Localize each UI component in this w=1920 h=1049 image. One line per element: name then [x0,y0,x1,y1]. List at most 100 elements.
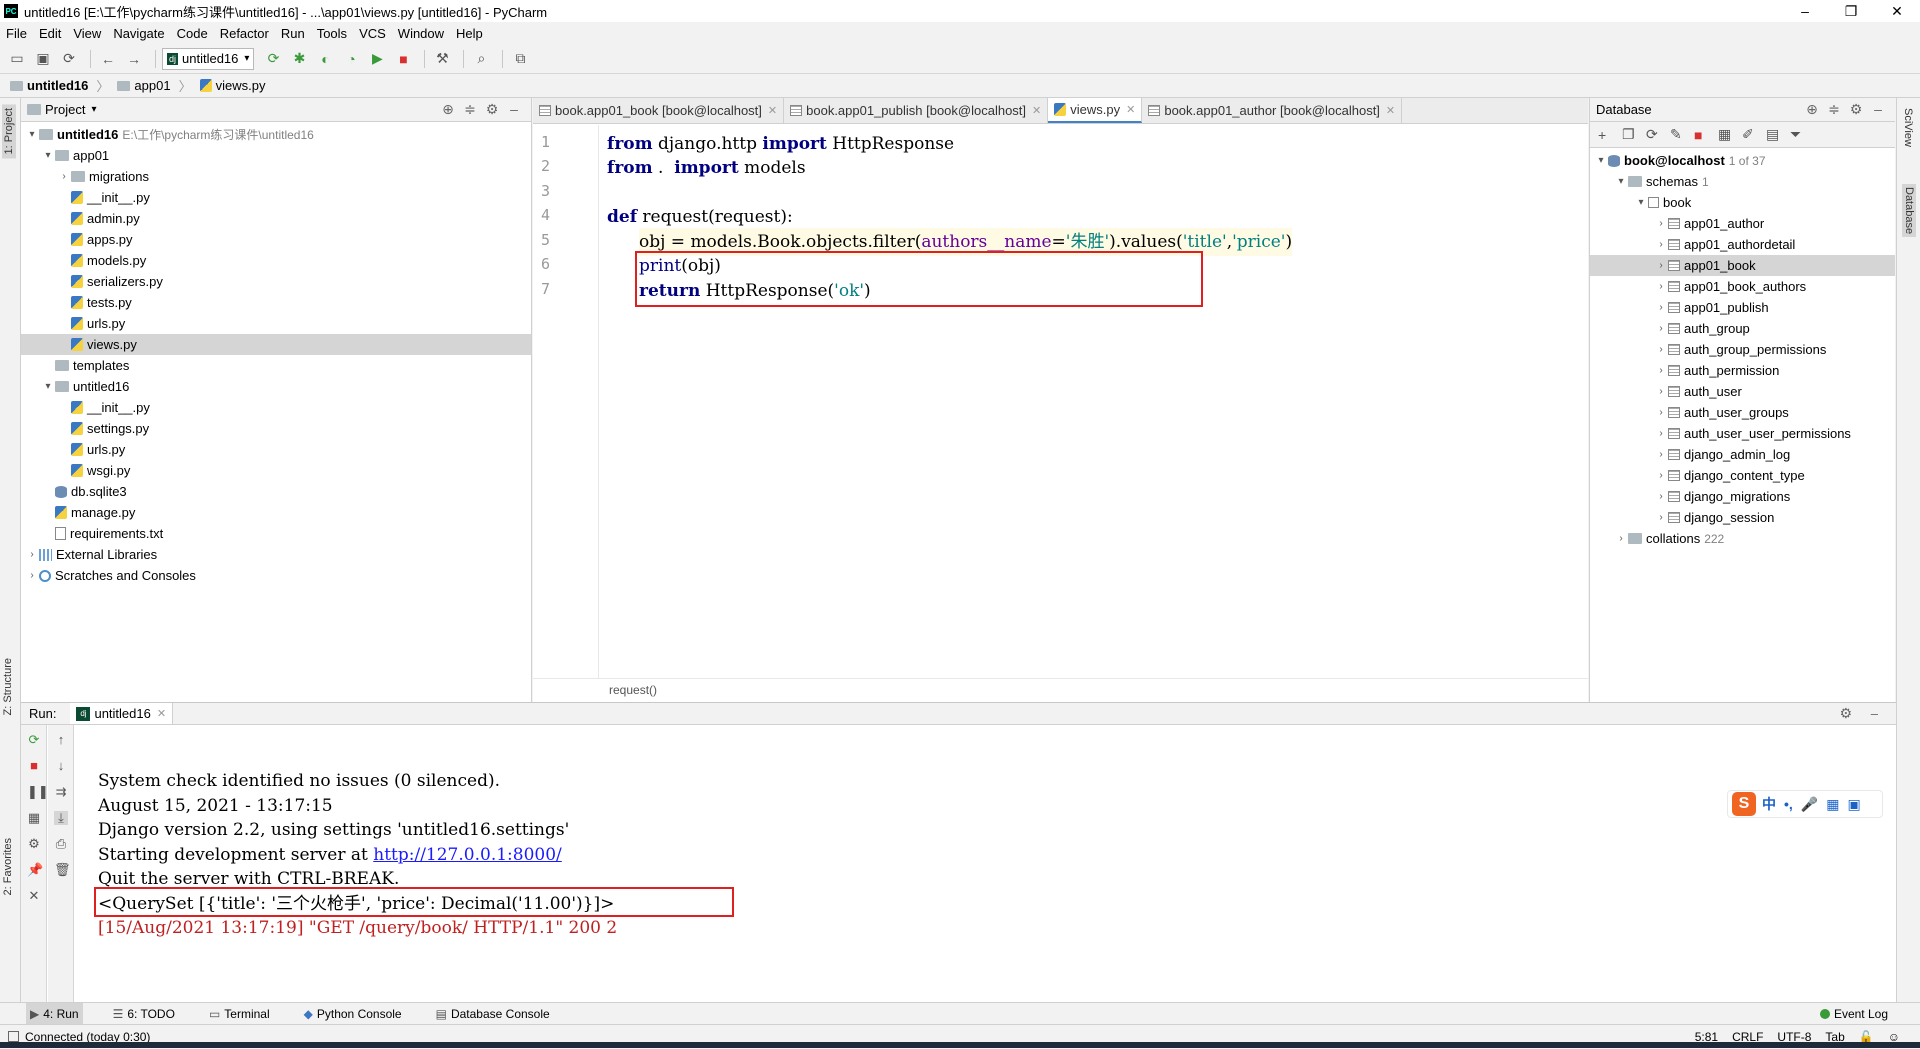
settings-icon[interactable]: ⚙ [27,837,41,851]
rerun-icon[interactable]: ⟳ [262,48,284,70]
rerun-icon[interactable]: ⟳ [27,733,41,747]
chevron-right-icon[interactable]: › [25,570,39,581]
server-link[interactable]: http://127.0.0.1:8000/ [373,845,562,865]
chevron-right-icon[interactable]: › [57,171,71,182]
tree-item-schema[interactable]: ▾ book [1590,192,1895,213]
gear-icon[interactable]: ⚙ [1845,101,1867,118]
chevron-down-icon[interactable]: ▾ [41,150,55,161]
close-icon[interactable]: ✕ [157,707,166,720]
menu-window[interactable]: Window [398,26,444,41]
chevron-right-icon[interactable]: › [1654,386,1668,397]
tree-item-table[interactable]: › app01_authordetail [1590,234,1895,255]
edit-schema-icon[interactable]: ✎ [1670,126,1694,143]
breadcrumb-item-project[interactable]: untitled16 [10,78,88,93]
close-icon[interactable]: ✕ [768,104,777,117]
filter-icon[interactable]: ⏷ [1790,126,1814,143]
menu-tools[interactable]: Tools [317,26,347,41]
tree-item-file[interactable]: __init__.py [21,397,531,418]
chevron-right-icon[interactable]: › [1654,449,1668,460]
tree-item-table[interactable]: › auth_permission [1590,360,1895,381]
search-icon[interactable]: ⌕ [470,48,492,70]
chevron-right-icon[interactable]: › [1654,365,1668,376]
layout-icon[interactable]: ▦ [27,811,41,825]
menu-refactor[interactable]: Refactor [220,26,269,41]
ime-mode-toggle[interactable]: 中 [1762,794,1776,814]
tree-item-table[interactable]: › auth_user [1590,381,1895,402]
close-window-button[interactable]: ✕ [1874,0,1920,22]
tab-app01-author[interactable]: book.app01_author [book@localhost] ✕ [1142,98,1403,123]
add-icon[interactable]: + [1598,127,1622,143]
tab-python-console[interactable]: ◆ Python Console [300,1003,406,1025]
close-icon[interactable]: ✕ [1126,103,1135,116]
tree-item-table[interactable]: › app01_author [1590,213,1895,234]
tree-item-folder[interactable]: ▾ untitled16 [21,376,531,397]
tree-item-file[interactable]: serializers.py [21,271,531,292]
hide-icon[interactable]: – [1871,706,1878,721]
project-tool-tab[interactable]: 1: Project [2,104,16,159]
save-all-icon[interactable]: ▣ [32,48,54,70]
close-icon[interactable]: ✕ [1386,104,1395,117]
chevron-down-icon[interactable]: ▾ [1594,155,1608,166]
arrow-up-icon[interactable]: ↑ [54,733,68,747]
editor-breadcrumb[interactable]: request() [533,678,1588,702]
tree-item-table[interactable]: › auth_user_user_permissions [1590,423,1895,444]
tree-item-file[interactable]: models.py [21,250,531,271]
chevron-right-icon[interactable]: › [1654,428,1668,439]
coverage-icon[interactable]: ◐ [314,48,336,70]
tab-run[interactable]: ▶ 4: Run [26,1002,83,1025]
favorites-tool-tab[interactable]: 2: Favorites [2,838,14,895]
tab-app01-publish[interactable]: book.app01_publish [book@localhost] ✕ [784,98,1049,123]
tab-views-py[interactable]: views.py ✕ [1048,98,1143,123]
refresh-icon[interactable]: ⟳ [1646,126,1670,143]
menu-help[interactable]: Help [456,26,483,41]
chevron-down-icon[interactable]: ▾ [91,104,96,115]
chevron-right-icon[interactable]: › [1654,302,1668,313]
settings-wrench-icon[interactable]: ⚒ [431,48,453,70]
tab-terminal[interactable]: ▭ Terminal [205,1003,274,1025]
code-editor[interactable]: from django.http import HttpResponse fro… [599,125,1588,678]
pin-icon[interactable]: 📌 [27,863,43,877]
close-icon[interactable]: ✕ [27,889,41,903]
collapse-all-icon[interactable]: ≑ [1823,101,1845,118]
chevron-down-icon[interactable]: ▾ [1634,197,1648,208]
chevron-right-icon[interactable]: › [1654,239,1668,250]
minimize-button[interactable]: – [1782,0,1828,22]
chevron-right-icon[interactable]: › [1654,470,1668,481]
stop-icon[interactable]: ■ [392,48,414,70]
menu-edit[interactable]: Edit [39,26,61,41]
tree-item-table[interactable]: › django_session [1590,507,1895,528]
tree-item-scratches[interactable]: › Scratches and Consoles [21,565,531,586]
menu-view[interactable]: View [73,26,101,41]
menu-file[interactable]: File [6,26,27,41]
tab-app01-book[interactable]: book.app01_book [book@localhost] ✕ [533,98,785,123]
tree-item-file[interactable]: tests.py [21,292,531,313]
open-folder-icon[interactable]: ▭ [6,48,28,70]
event-log-button[interactable]: Event Log [1819,1003,1888,1025]
tree-item-external-libraries[interactable]: › External Libraries [21,544,531,565]
database-tool-tab[interactable]: Database [1902,184,1916,238]
tree-item-file[interactable]: admin.py [21,208,531,229]
tree-item-table[interactable]: › auth_user_groups [1590,402,1895,423]
sciview-tool-tab[interactable]: SciView [1902,108,1914,147]
tree-item-table[interactable]: › django_migrations [1590,486,1895,507]
chevron-down-icon[interactable]: ▾ [41,381,55,392]
copy-icon[interactable]: ❐ [1622,126,1646,143]
chevron-right-icon[interactable]: › [1654,260,1668,271]
tree-item-file[interactable]: db.sqlite3 [21,481,531,502]
tree-item-file[interactable]: manage.py [21,502,531,523]
tree-item-folder[interactable]: › migrations [21,166,531,187]
chevron-right-icon[interactable]: › [1654,218,1668,229]
hide-icon[interactable]: – [503,101,525,118]
trash-icon[interactable]: 🗑 [54,863,71,877]
keyboard-icon[interactable]: ▦ [1826,796,1839,813]
hide-icon[interactable]: – [1867,101,1889,118]
edit-icon[interactable]: ✐ [1742,126,1766,143]
tree-item-file[interactable]: __init__.py [21,187,531,208]
tree-item-table[interactable]: › auth_group [1590,318,1895,339]
chevron-down-icon[interactable]: ▾ [25,129,39,140]
console-icon[interactable]: ▤ [1766,126,1790,143]
close-icon[interactable]: ✕ [1032,104,1041,117]
tree-item-schemas[interactable]: ▾ schemas 1 [1590,171,1895,192]
print-icon[interactable]: ⎙ [54,837,68,851]
tab-database-console[interactable]: ▤ Database Console [432,1003,554,1025]
